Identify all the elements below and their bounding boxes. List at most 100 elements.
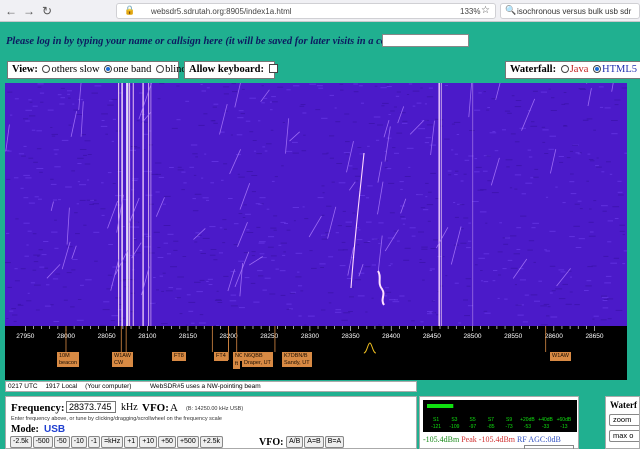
waterfall-noise (153, 277, 156, 278)
waterfall-noise (467, 240, 472, 242)
step-button[interactable]: +2.5k (199, 436, 224, 448)
waterfall-noise (430, 248, 436, 249)
frequency-scale[interactable]: 27950 28000 28050 28100 28150 28200 28250 28300… (5, 326, 627, 380)
station-label[interactable]: FT4 (214, 352, 228, 361)
waterfall-carrier (150, 83, 152, 326)
address-bar[interactable]: 🔒 websdr5.sdrutah.org:8905/index1a.html … (116, 3, 496, 19)
search-box[interactable]: 🔍 isochronous versus bulk usb sdr (500, 3, 640, 19)
step-button[interactable]: +1 (124, 436, 139, 448)
waterfall-noise (200, 84, 203, 85)
waterfall-noise (412, 105, 416, 107)
step-button[interactable]: -1 (87, 436, 101, 448)
waterfall-noise (623, 250, 627, 252)
waterfall-noise (400, 216, 405, 218)
waterfall-noise (530, 294, 538, 296)
waterfall-radio-html5[interactable] (593, 65, 601, 73)
waterfall-noise (271, 180, 275, 182)
waterfall-noise (111, 315, 118, 317)
waterfall-noise (329, 135, 335, 137)
waterfall-noise (163, 242, 168, 244)
waterfall-noise (156, 289, 159, 291)
station-label[interactable]: ft (233, 360, 241, 369)
waterfall-noise (261, 203, 264, 205)
step-button[interactable]: =kHz (101, 436, 124, 448)
step-button[interactable]: -50 (53, 436, 70, 448)
waterfall-noise (193, 174, 197, 176)
waterfall-noise (199, 314, 204, 316)
waterfall-noise (615, 309, 623, 311)
zoom-level[interactable]: 133% (460, 7, 480, 16)
waterfall-noise (352, 212, 356, 214)
back-icon[interactable]: ← (4, 4, 18, 18)
station-label[interactable]: N6QBB Draper, UT (242, 352, 273, 367)
view-radio-blind[interactable] (156, 65, 165, 73)
view-radio-one-band[interactable] (104, 65, 113, 73)
vfo-button[interactable]: A/B (286, 436, 304, 448)
waterfall-noise (36, 148, 42, 150)
waterfall-noise (33, 261, 39, 263)
waterfall-noise (502, 129, 506, 131)
waterfall-noise (209, 226, 216, 228)
waterfall-noise (613, 257, 620, 259)
waterfall-radio-java[interactable] (560, 65, 569, 73)
waterfall-noise (394, 299, 398, 301)
step-button[interactable]: -10 (70, 436, 87, 448)
station-label[interactable]: W1AW CW (112, 352, 133, 367)
waterfall-noise (229, 300, 237, 302)
station-label[interactable]: FT8 (172, 352, 186, 361)
zoom-button[interactable]: zoom (609, 414, 639, 426)
waterfall-noise (53, 149, 59, 151)
waterfall-noise (295, 252, 303, 254)
waterfall-noise (381, 105, 385, 107)
waterfall-display[interactable] (5, 83, 627, 326)
waterfall-noise (120, 280, 126, 282)
waterfall-noise (474, 171, 480, 173)
step-button[interactable]: -500 (32, 436, 53, 448)
view-radio-others-slow[interactable] (42, 65, 51, 73)
step-button[interactable]: +10 (139, 436, 158, 448)
waterfall-noise (404, 176, 411, 177)
waterfall-noise (130, 292, 135, 294)
frequency-input[interactable]: 28373.745 (66, 401, 116, 413)
waterfall-noise (283, 251, 286, 253)
waterfall-noise (28, 99, 32, 101)
waterfall-noise (246, 232, 254, 233)
waterfall-noise (353, 91, 359, 93)
station-label[interactable]: 10M beacon (57, 352, 80, 367)
bookmark-star-icon[interactable]: ☆ (481, 5, 490, 16)
waterfall-noise (11, 308, 16, 310)
waterfall-noise (345, 153, 349, 155)
tuning-hint: Enter frequency above, or tune by clicki… (11, 416, 222, 422)
waterfall-noise (422, 209, 429, 211)
waterfall-noise (390, 263, 393, 265)
waterfall-noise (228, 198, 233, 199)
waterfall-canvas[interactable] (5, 83, 627, 326)
waterfall-noise (238, 213, 243, 214)
waterfall-noise (43, 241, 49, 242)
station-label[interactable]: K7DBN/B Sandy, UT (282, 352, 312, 367)
waterfall-noise (504, 110, 511, 112)
keyboard-checkbox[interactable] (268, 64, 278, 73)
meter-button[interactable] (524, 445, 574, 449)
waterfall-trace (308, 215, 322, 238)
max-out-button[interactable]: max o (609, 430, 639, 442)
vfo-button[interactable]: A=B (304, 436, 324, 448)
waterfall-noise (427, 311, 433, 312)
step-button[interactable]: +500 (176, 436, 199, 448)
waterfall-trace (550, 149, 557, 174)
waterfall-noise (199, 249, 203, 251)
vfo-button[interactable]: B=A (324, 436, 345, 448)
step-button[interactable]: -2.5k (10, 436, 32, 448)
waterfall-noise (603, 255, 609, 257)
frequency-scale-canvas[interactable]: 27950 28000 28050 28100 28150 28200 28250 28300… (5, 326, 627, 380)
forward-icon[interactable]: → (22, 4, 36, 18)
waterfall-noise (13, 177, 19, 179)
waterfall-noise (574, 304, 580, 306)
s-meter-dbm-label: -97 (469, 424, 476, 430)
step-button[interactable]: +50 (158, 436, 176, 448)
waterfall-noise (325, 232, 331, 234)
waterfall-noise (81, 134, 86, 136)
callsign-input[interactable] (382, 34, 469, 47)
station-label[interactable]: W1AW (550, 352, 571, 361)
reload-icon[interactable]: ↻ (40, 4, 54, 18)
